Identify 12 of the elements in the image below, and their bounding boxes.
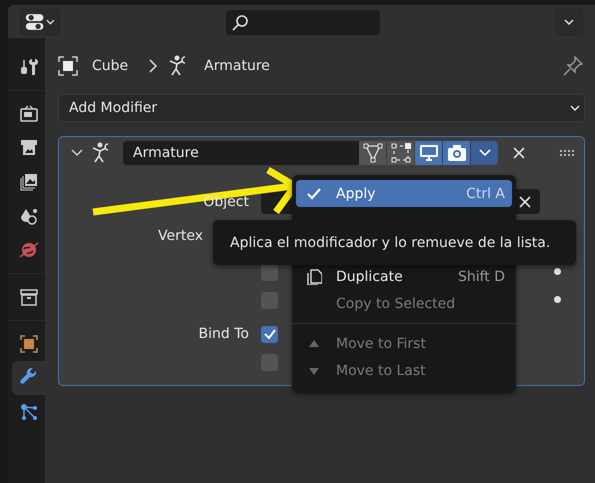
tooltip-text: Aplica el modificador y lo remueve de la lista. bbox=[230, 234, 550, 250]
breadcrumb-text: Cube bbox=[92, 58, 128, 74]
menu-item[interactable]: Duplicate Shift D bbox=[296, 263, 512, 290]
field-label: Object bbox=[203, 194, 249, 210]
menu-item[interactable]: Apply Ctrl A bbox=[296, 180, 512, 207]
field-label: Vertex bbox=[158, 228, 203, 244]
shortcut-text: Ctrl A bbox=[466, 186, 505, 202]
modifier-name-field[interactable]: Armature bbox=[123, 141, 359, 165]
add-modifier-dropdown[interactable]: Add Modifier bbox=[58, 94, 585, 122]
breadcrumb-text: Armature bbox=[204, 58, 270, 74]
shortcut-text: Shift D bbox=[458, 268, 505, 284]
field-label: Bind To bbox=[198, 326, 249, 342]
